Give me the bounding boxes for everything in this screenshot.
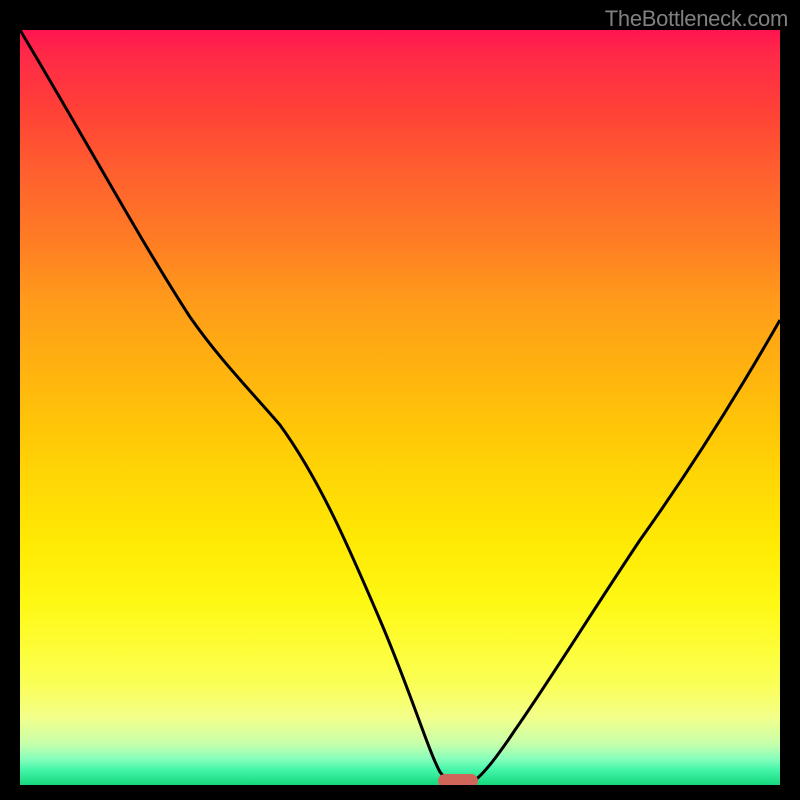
chart-curve-layer: [20, 30, 780, 785]
bottleneck-curve: [20, 30, 780, 782]
chart-plot-area: [20, 30, 780, 785]
watermark-text: TheBottleneck.com: [605, 6, 788, 32]
optimal-point-marker: [438, 774, 478, 785]
